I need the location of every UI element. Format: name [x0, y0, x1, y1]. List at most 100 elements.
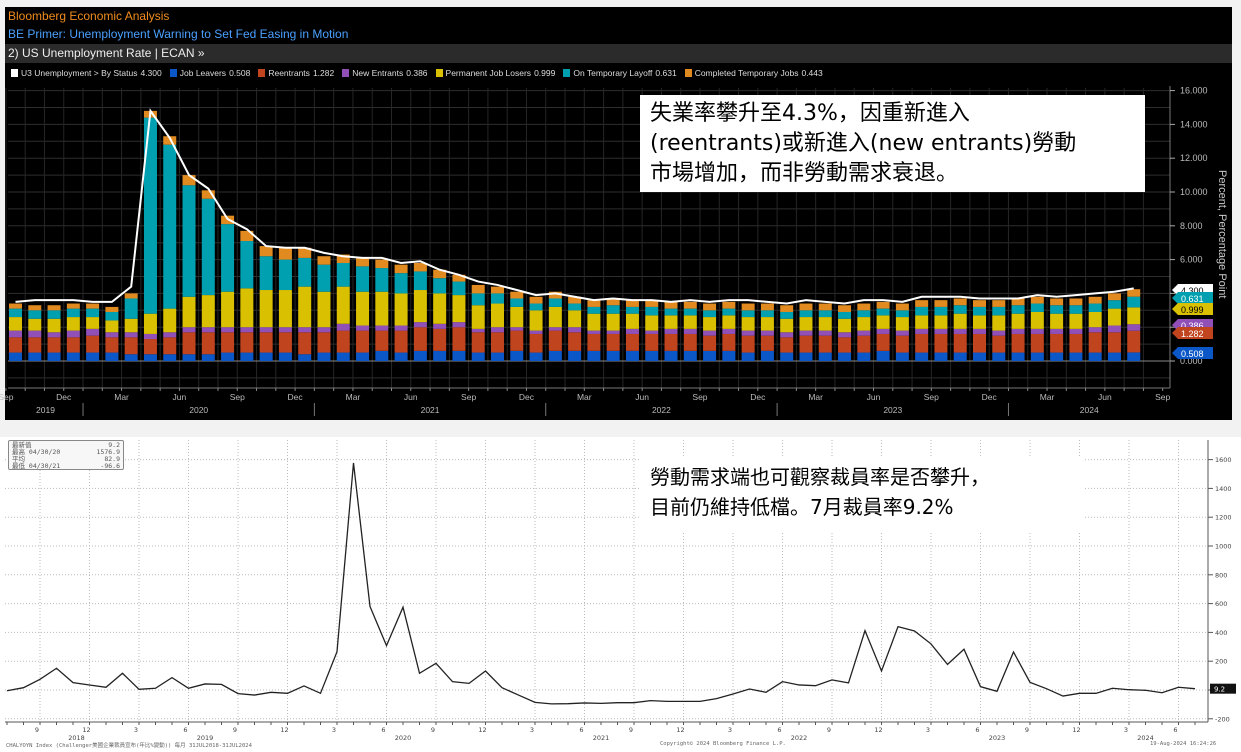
bar-segment — [818, 352, 832, 361]
bar-segment — [105, 311, 119, 321]
bar-segment — [1088, 352, 1102, 361]
bar-segment — [201, 332, 215, 355]
footer-timestamp: 19-Aug-2024 16:24:26 — [1150, 741, 1217, 747]
bar-segment — [86, 303, 100, 309]
bar-segment — [182, 296, 196, 328]
bar-segment — [1011, 298, 1025, 306]
bar-segment — [86, 352, 100, 361]
x-tick-label: Jun — [635, 392, 649, 402]
bar-segment — [722, 333, 736, 351]
bar-segment — [934, 306, 948, 316]
bar-segment — [433, 278, 447, 294]
bar-segment — [433, 350, 447, 361]
bar-segment — [1127, 296, 1141, 308]
bar-segment — [1030, 333, 1044, 353]
x-year-label: 2019 — [36, 405, 55, 415]
x-tick-label: Sep — [461, 392, 476, 402]
x-year-label: 2023 — [989, 734, 1006, 742]
bar-segment — [1088, 303, 1102, 312]
bar-segment — [1127, 330, 1141, 353]
bar-segment — [683, 301, 697, 309]
value-tag-label: 9.2 — [1214, 686, 1225, 694]
bar-segment — [375, 291, 389, 326]
bar-segment — [510, 330, 524, 351]
bar-segment — [1069, 305, 1083, 314]
bar-segment — [1069, 352, 1083, 361]
bar-segment — [86, 308, 100, 318]
bar-segment — [394, 293, 408, 326]
bar-segment — [510, 350, 524, 361]
bar-segment — [336, 286, 350, 324]
bar-segment — [317, 332, 331, 353]
bar-segment — [47, 318, 61, 333]
bar-segment — [548, 306, 562, 328]
bar-segment — [47, 332, 61, 338]
bar-segment — [992, 330, 1006, 336]
bar-segment — [105, 352, 119, 361]
bar-segment — [105, 337, 119, 353]
bar-segment — [163, 144, 177, 309]
bar-segment — [124, 332, 138, 338]
bar-segment — [394, 330, 408, 353]
footer-source: CHALYOYN Index (Challenger美國企業裁員宣布(年比%變動… — [6, 743, 252, 749]
x-tick-label: 9 — [629, 726, 633, 734]
bar-segment — [703, 335, 717, 351]
bar-segment — [1050, 305, 1064, 314]
bar-segment — [471, 293, 485, 306]
bar-segment — [66, 308, 80, 318]
bar-segment — [587, 350, 601, 361]
bar-segment — [201, 327, 215, 333]
bar-segment — [895, 310, 909, 318]
bar-segment — [259, 327, 273, 333]
bar-segment — [703, 350, 717, 361]
bar-segment — [568, 310, 582, 328]
bar-segment — [66, 337, 80, 353]
bar-segment — [915, 328, 929, 334]
bar-segment — [1127, 307, 1141, 325]
bar-segment — [857, 310, 871, 318]
bar-segment — [298, 327, 312, 333]
bar-segment — [452, 327, 466, 351]
y-tick-label: 10.000 — [1180, 187, 1208, 197]
bar-segment — [143, 339, 157, 355]
bar-segment — [375, 259, 389, 269]
x-tick-label: Mar — [346, 392, 361, 402]
bar-segment — [452, 281, 466, 296]
bar-segment — [973, 306, 986, 316]
x-tick-label: 12 — [478, 726, 486, 734]
bar-segment — [317, 256, 331, 265]
stats-date: 04/30/20 — [28, 448, 61, 456]
bar-segment — [780, 305, 794, 312]
bar-segment — [452, 322, 466, 328]
bar-segment — [491, 293, 504, 304]
top-annotation: 失業率攀升至4.3%，因重新進入 (reentrants)或新進入(new en… — [640, 95, 1145, 192]
bar-segment — [433, 328, 447, 351]
y-tick-label: 1600 — [1215, 456, 1232, 464]
annotation-line: 市場增加，而非勞動需求衰退。 — [650, 161, 959, 186]
x-tick-label: 6 — [381, 726, 385, 734]
bar-segment — [895, 335, 909, 353]
bar-segment — [818, 317, 832, 331]
y-tick-label: 1400 — [1215, 485, 1232, 493]
x-tick-label: Sep — [692, 392, 707, 402]
bottom-annotation: 勞動需求端也可觀察裁員率是否攀升， 目前仍維持低檔。7月裁員率9.2% — [640, 456, 1085, 532]
bar-segment — [163, 337, 177, 355]
x-tick-label: 9 — [233, 726, 237, 734]
bar-segment — [9, 352, 22, 361]
bar-segment — [780, 337, 794, 353]
bar-segment — [645, 350, 659, 361]
bar-segment — [124, 354, 138, 361]
x-tick-label: Sep — [1155, 392, 1170, 402]
x-tick-label: Jun — [1098, 392, 1112, 402]
bar-segment — [548, 350, 562, 361]
bar-segment — [606, 305, 620, 314]
bar-segment — [722, 315, 736, 329]
bar-segment — [471, 332, 485, 353]
bar-segment — [799, 310, 813, 318]
x-tick-label: 12 — [676, 726, 684, 734]
bar-segment — [336, 323, 350, 331]
x-tick-label: 9 — [1025, 726, 1029, 734]
bar-segment — [876, 333, 890, 351]
bar-segment — [934, 333, 948, 353]
bar-segment — [876, 308, 890, 316]
